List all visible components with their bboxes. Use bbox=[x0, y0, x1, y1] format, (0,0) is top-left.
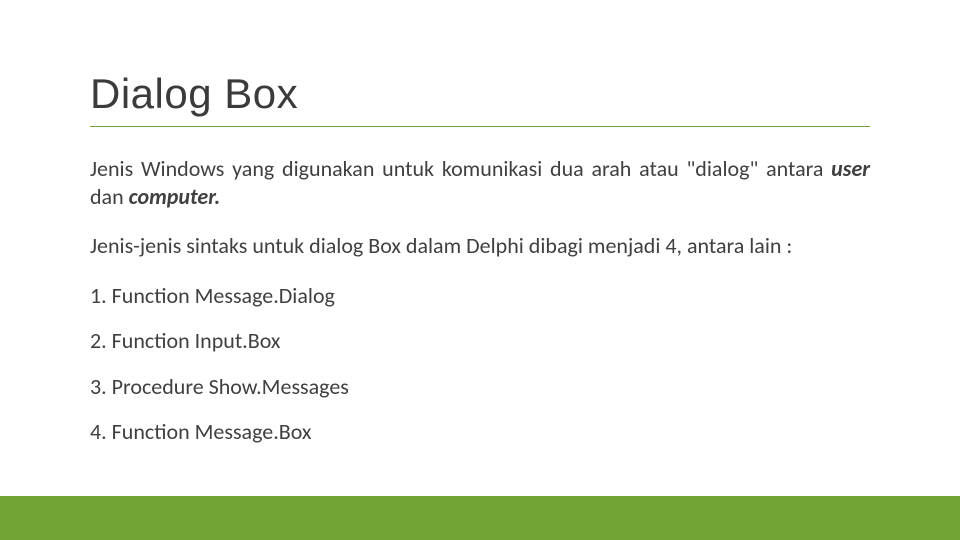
intro-user: user bbox=[831, 155, 870, 182]
subhead-paragraph: Jenis-jenis sintaks untuk dialog Box dal… bbox=[90, 232, 870, 260]
accent-bottom-bar bbox=[0, 496, 960, 540]
list-item: 1. Function Message.Dialog bbox=[90, 282, 870, 310]
intro-paragraph: Jenis Windows yang digunakan untuk komun… bbox=[90, 155, 870, 210]
list-item: 4. Function Message.Box bbox=[90, 418, 870, 446]
slide-title: Dialog Box bbox=[90, 70, 870, 127]
list-item: 2. Function Input.Box bbox=[90, 327, 870, 355]
intro-computer: computer. bbox=[129, 183, 221, 210]
intro-dan: dan bbox=[90, 183, 129, 210]
list-item: 3. Procedure Show.Messages bbox=[90, 373, 870, 401]
intro-text-1: Jenis Windows yang digunakan untuk komun… bbox=[90, 155, 831, 182]
slide-container: Dialog Box Jenis Windows yang digunakan … bbox=[0, 0, 960, 540]
